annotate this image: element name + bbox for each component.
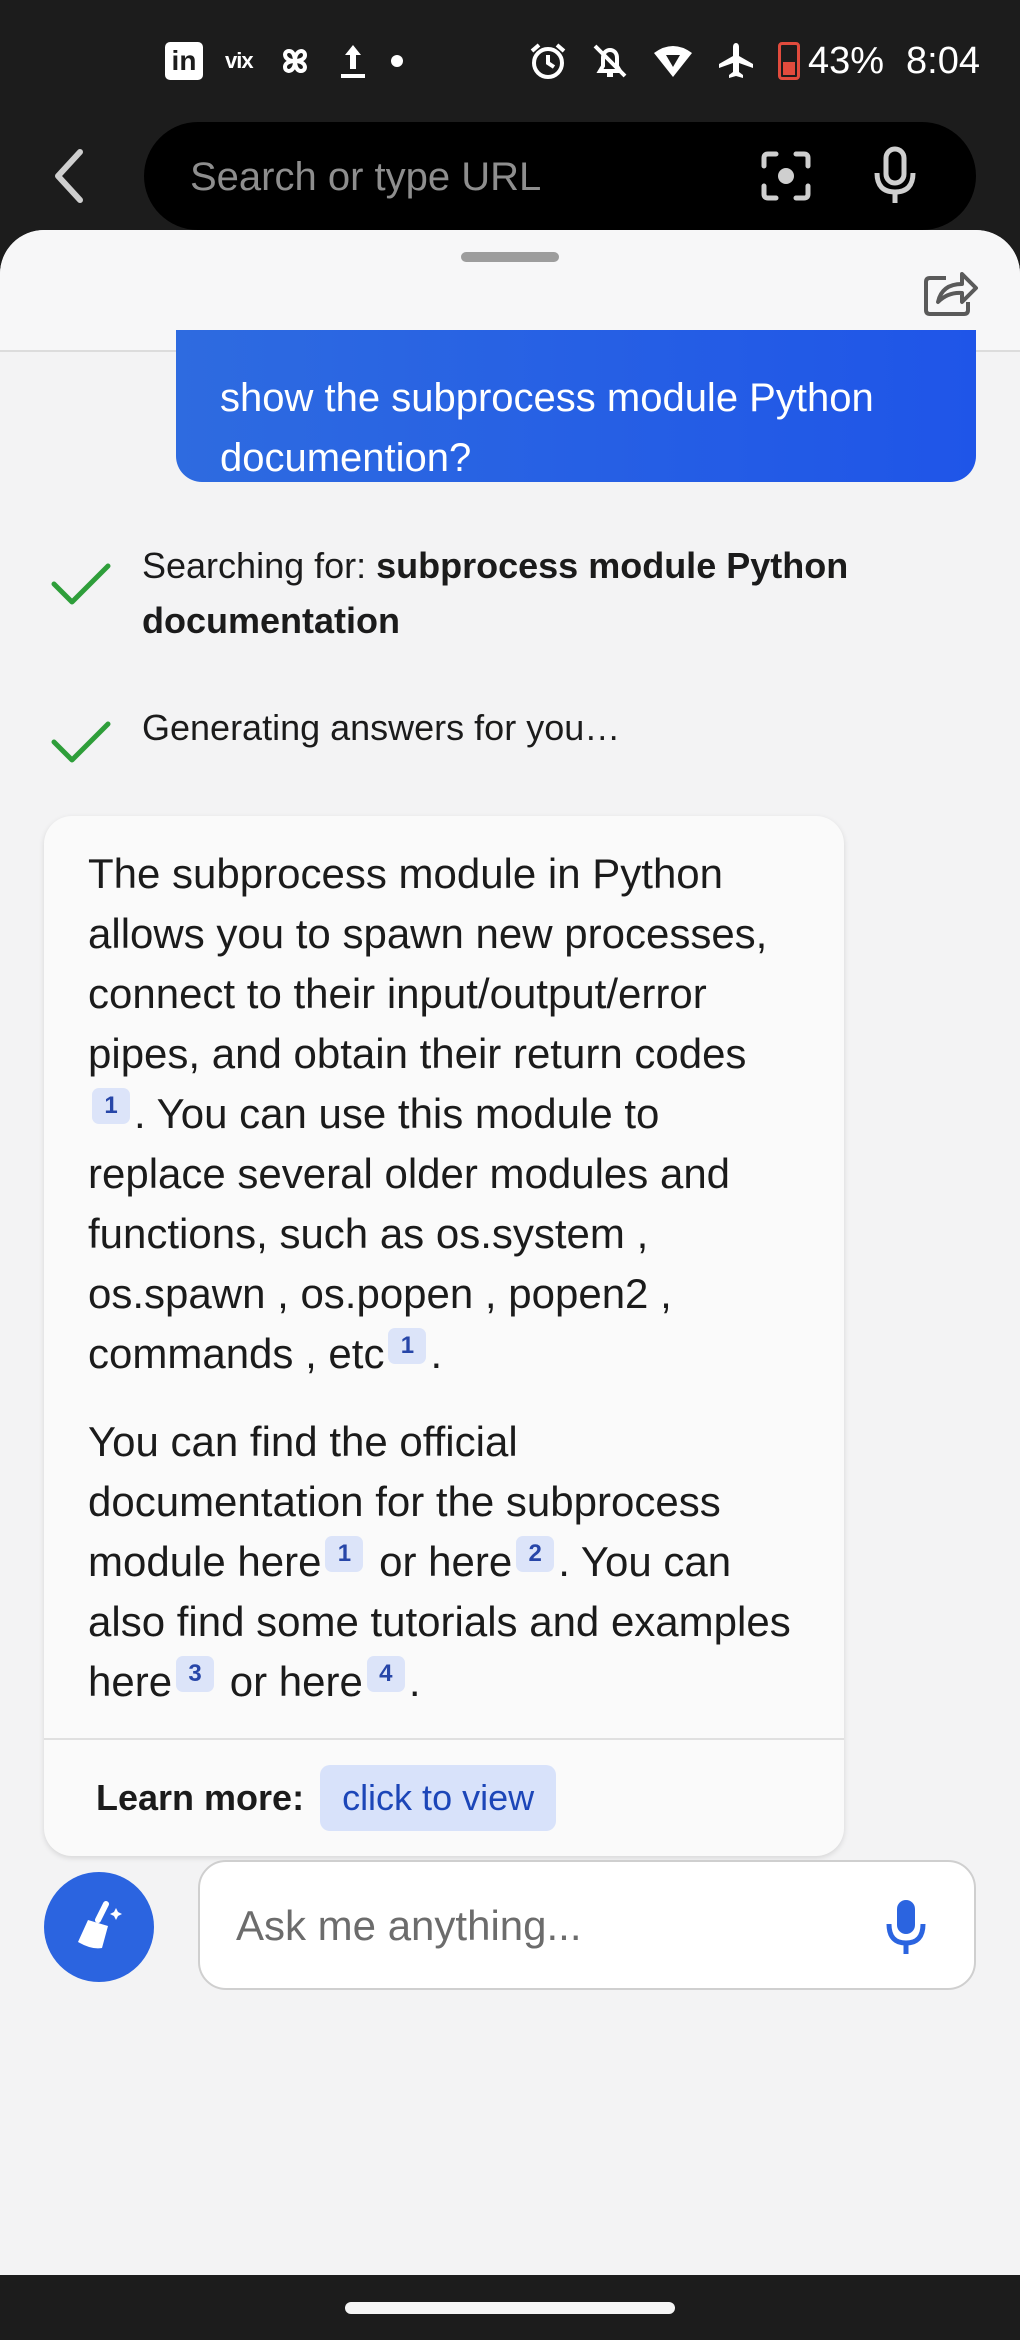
checkmark-icon bbox=[51, 563, 111, 605]
dot-icon bbox=[390, 55, 403, 67]
answer-paragraph: You can find the official documentation … bbox=[88, 1418, 791, 1705]
generating-step-text: Generating answers for you… bbox=[142, 707, 621, 748]
drag-handle[interactable] bbox=[461, 252, 559, 262]
url-bar[interactable] bbox=[144, 122, 976, 232]
voice-search-button[interactable] bbox=[872, 146, 918, 206]
wifi-icon bbox=[652, 43, 694, 79]
new-topic-button[interactable] bbox=[44, 1872, 154, 1982]
pinwheel-icon bbox=[275, 41, 315, 81]
notification-icons: in vix bbox=[165, 36, 403, 86]
user-message-text: show the subprocess module Python docume… bbox=[220, 376, 874, 480]
alarm-icon bbox=[528, 41, 568, 81]
citation-badge[interactable]: 3 bbox=[176, 1656, 215, 1692]
checkmark-icon bbox=[51, 721, 111, 763]
answer-body: The subprocess module in Python allows y… bbox=[44, 816, 844, 1712]
system-navigation-bar bbox=[0, 2275, 1020, 2340]
answer-card: The subprocess module in Python allows y… bbox=[44, 816, 844, 1856]
share-button[interactable] bbox=[922, 266, 980, 318]
lens-button[interactable] bbox=[760, 150, 812, 202]
system-icons: 43% 8:04 bbox=[528, 36, 980, 86]
url-input[interactable] bbox=[188, 122, 712, 232]
search-step-text: Searching for: subprocess module Python … bbox=[142, 545, 849, 641]
microphone-icon bbox=[874, 146, 916, 203]
airplane-icon bbox=[716, 41, 756, 81]
browser-toolbar bbox=[0, 118, 1020, 238]
battery-icon bbox=[777, 42, 800, 80]
linkedin-icon: in bbox=[165, 42, 203, 80]
citation-badge[interactable]: 1 bbox=[92, 1088, 130, 1124]
battery-percent: 43% bbox=[807, 39, 885, 82]
answer-paragraph: The subprocess module in Python allows y… bbox=[88, 850, 768, 1377]
share-icon bbox=[924, 272, 978, 316]
home-gesture-bar[interactable] bbox=[345, 2302, 675, 2314]
ask-input-box[interactable] bbox=[198, 1860, 976, 1990]
citation-badge[interactable]: 1 bbox=[325, 1536, 364, 1572]
learn-more-button[interactable]: click to view bbox=[320, 1765, 557, 1831]
mute-icon bbox=[590, 41, 630, 81]
citation-badge[interactable]: 2 bbox=[516, 1536, 555, 1572]
status-bar: in vix 43% 8:04 bbox=[0, 0, 1020, 118]
vix-icon: vix bbox=[225, 48, 254, 73]
ask-voice-button[interactable] bbox=[886, 1898, 926, 1956]
citation-badge[interactable]: 4 bbox=[366, 1656, 405, 1692]
user-message-bubble: show the subprocess module Python docume… bbox=[176, 330, 976, 482]
learn-more-bar: Learn more: click to view bbox=[44, 1738, 844, 1856]
back-button[interactable] bbox=[44, 144, 100, 208]
citation-badge[interactable]: 1 bbox=[388, 1328, 427, 1364]
search-step: Searching for: subprocess module Python … bbox=[50, 545, 962, 648]
learn-more-label: Learn more: bbox=[96, 1777, 305, 1818]
microphone-icon bbox=[886, 1900, 926, 1954]
generating-step: Generating answers for you… bbox=[50, 707, 962, 768]
upload-icon bbox=[337, 41, 369, 81]
camera-search-icon bbox=[761, 151, 811, 201]
chat-sheet: show the subprocess module Python docume… bbox=[0, 230, 1020, 2275]
broom-icon bbox=[78, 1901, 122, 1949]
ask-input[interactable] bbox=[234, 1862, 858, 1990]
chevron-left-icon bbox=[55, 149, 83, 203]
clock: 8:04 bbox=[906, 39, 980, 82]
